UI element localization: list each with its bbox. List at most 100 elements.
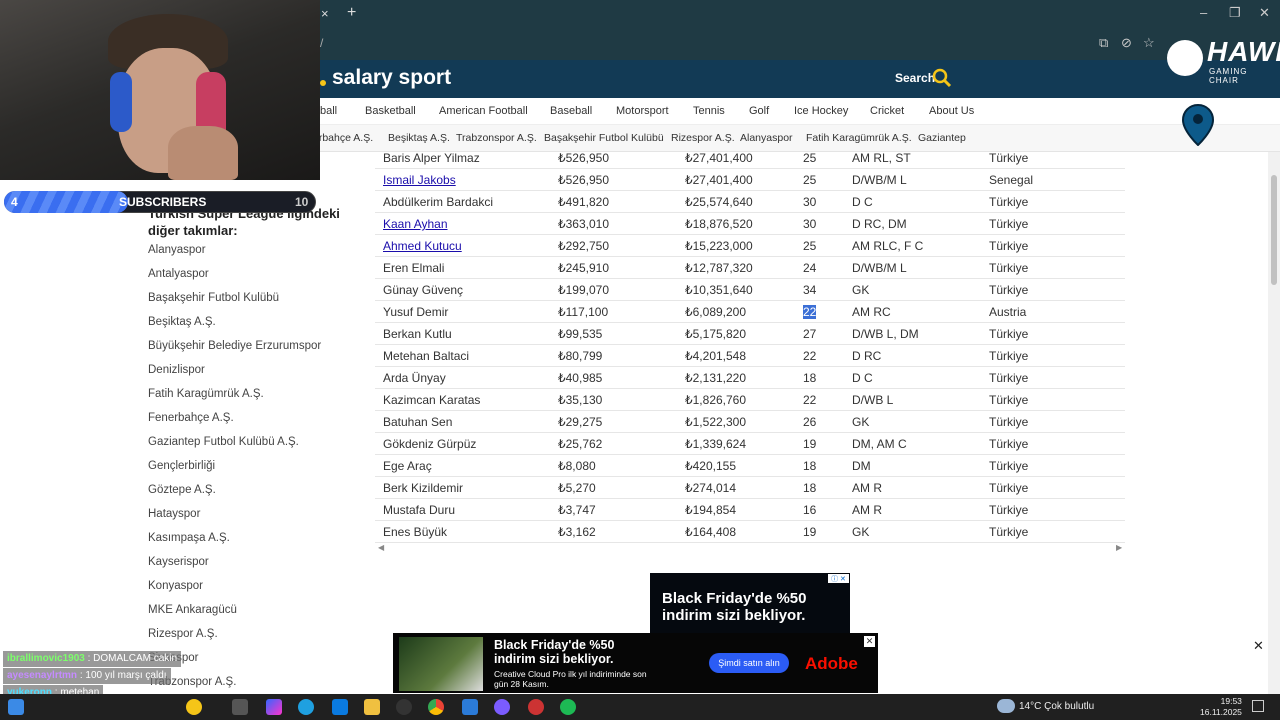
nav-sport-item[interactable]: Cricket — [870, 105, 904, 117]
sidebar-team-link[interactable]: Fenerbahçe A.Ş. — [148, 412, 234, 424]
obs-icon[interactable] — [494, 699, 510, 715]
cell-name[interactable]: Ahmed Kutucu — [383, 239, 462, 253]
nav-team-item[interactable]: Beşiktaş A.Ş. — [388, 132, 450, 144]
nav-sport-item[interactable]: Motorsport — [616, 105, 669, 117]
edge-icon[interactable] — [298, 699, 314, 715]
minimize-icon[interactable]: – — [1200, 5, 1207, 20]
cast-icon[interactable]: ⧉ — [1099, 35, 1108, 51]
weather-icon[interactable] — [997, 699, 1015, 713]
ad-buy-button[interactable]: Şimdi satın alın — [709, 653, 789, 673]
restore-icon[interactable]: ❐ — [1229, 5, 1241, 21]
cell-name: Ege Araç — [383, 459, 432, 473]
nav-team-item[interactable]: Gaziantep — [918, 132, 966, 144]
sidebar-team-link[interactable]: Antalyaspor — [148, 268, 209, 280]
sidebar-team-link[interactable]: Konyaspor — [148, 580, 203, 592]
ad-info-icon[interactable]: ⓘ ✕ — [828, 574, 849, 583]
copilot-sparkle-icon[interactable] — [186, 699, 202, 715]
site-logo[interactable]: salary sport — [332, 66, 451, 90]
cell-name[interactable]: Kaan Ayhan — [383, 217, 448, 231]
cell-age: 19 — [803, 437, 817, 451]
cell-age: 24 — [803, 261, 817, 275]
cell-pos: D RC, DM — [852, 217, 907, 231]
nav-sport-item[interactable]: About Us — [929, 105, 974, 117]
recorder-icon[interactable] — [528, 699, 544, 715]
sidebar-team-link[interactable]: MKE Ankaragücü — [148, 604, 237, 616]
cell-name: Berkan Kutlu — [383, 327, 452, 341]
xbox-icon[interactable] — [396, 699, 412, 715]
nav-sport-item[interactable]: Tennis — [693, 105, 725, 117]
cell-nat: Türkiye — [989, 217, 1029, 231]
cell-pos: DM — [852, 459, 871, 473]
tab-close-icon[interactable]: × — [321, 6, 329, 21]
cell-name[interactable]: Ismail Jakobs — [383, 173, 456, 187]
sidebar-team-link[interactable]: Denizlispor — [148, 364, 205, 376]
spotify-icon[interactable] — [560, 699, 576, 715]
cell-nat: Türkiye — [989, 349, 1029, 363]
cell-nat: Türkiye — [989, 459, 1029, 473]
nav-sport-item[interactable]: Golf — [749, 105, 769, 117]
clock[interactable]: 19:53 16.11.2025 — [1200, 696, 1242, 718]
sidebar-team-link[interactable]: Gaziantep Futbol Kulübü A.Ş. — [148, 436, 299, 448]
cell-age: 18 — [803, 371, 817, 385]
eye-off-icon[interactable]: ⊘ — [1121, 35, 1132, 51]
copilot-icon[interactable] — [266, 699, 282, 715]
nav-sport-item[interactable]: Baseball — [550, 105, 592, 117]
chrome-icon[interactable] — [428, 699, 444, 715]
file-explorer-icon[interactable] — [364, 699, 380, 715]
table-row: Gökdeniz Gürpüz ₺25,762 ₺1,339,624 19 DM, AM… — [375, 433, 1125, 455]
table-scroll-right-icon[interactable]: ▶ — [1116, 543, 1122, 552]
page-scrollbar-thumb[interactable] — [1271, 175, 1277, 285]
table-row: Batuhan Sen ₺29,275 ₺1,522,300 26 GK Türkiye — [375, 411, 1125, 433]
cell-age: 18 — [803, 459, 817, 473]
ad-close-icon[interactable]: ✕ — [864, 636, 875, 647]
start-icon[interactable] — [8, 699, 24, 715]
nav-team-item[interactable]: Başakşehir Futbol Kulübü — [544, 132, 664, 144]
task-view-icon[interactable] — [232, 699, 248, 715]
nav-sport-item[interactable]: Basketball — [365, 105, 416, 117]
cell-weekly: ₺3,747 — [558, 503, 596, 517]
sidebar-team-link[interactable]: Başakşehir Futbol Kulübü — [148, 292, 279, 304]
cell-pos: AM RLC, F C — [852, 239, 924, 253]
table-row: Metehan Baltaci ₺80,799 ₺4,201,548 22 D RC Tü… — [375, 345, 1125, 367]
cell-age: 19 — [803, 525, 817, 539]
table-row: Ege Araç ₺8,080 ₺420,155 18 DM Türkiye — [375, 455, 1125, 477]
cell-age: 25 — [803, 239, 817, 253]
table-scroll-left-icon[interactable]: ◀ — [378, 543, 384, 552]
nav-team-item[interactable]: erbahçe A.Ş. — [313, 132, 373, 144]
cell-age: 26 — [803, 415, 817, 429]
window-close-icon[interactable]: ✕ — [1259, 5, 1270, 21]
sticky-ad-close-icon[interactable]: ✕ — [1253, 638, 1264, 654]
nav-sport-item[interactable]: ball — [320, 105, 337, 117]
map-pin-icon — [1182, 104, 1214, 146]
nav-team-item[interactable]: Rizespor A.Ş. — [671, 132, 735, 144]
search-icon[interactable] — [932, 68, 952, 88]
nav-team-item[interactable]: Fatih Karagümrük A.Ş. — [806, 132, 912, 144]
sidebar-team-link[interactable]: Kayserispor — [148, 556, 209, 568]
sidebar-team-link[interactable]: Alanyaspor — [148, 244, 206, 256]
ad-banner-small[interactable]: Black Friday'de %50 indirim sizi bekliyo… — [650, 573, 850, 633]
address-input[interactable]: / — [320, 36, 323, 50]
nav-sport-item[interactable]: Ice Hockey — [794, 105, 848, 117]
sidebar-team-link[interactable]: Hatayspor — [148, 508, 200, 520]
star-icon[interactable]: ☆ — [1143, 35, 1155, 51]
new-tab-icon[interactable]: + — [347, 4, 356, 22]
cell-nat: Türkiye — [989, 239, 1029, 253]
sidebar-team-link[interactable]: Beşiktaş A.Ş. — [148, 316, 216, 328]
sidebar-team-link[interactable]: Büyükşehir Belediye Erzurumspor — [148, 340, 321, 352]
sidebar-team-link[interactable]: Fatih Karagümrük A.Ş. — [148, 388, 264, 400]
nav-sport-item[interactable]: American Football — [439, 105, 528, 117]
nav-team-item[interactable]: Trabzonspor A.Ş. — [456, 132, 537, 144]
app-icon[interactable] — [462, 699, 478, 715]
ad-brand-logo: Adobe — [805, 654, 858, 673]
weather-text[interactable]: 14°C Çok bulutlu — [1019, 701, 1094, 712]
cell-pos: D C — [852, 195, 873, 209]
sidebar-team-link[interactable]: Göztepe A.Ş. — [148, 484, 216, 496]
nav-team-item[interactable]: Alanyaspor — [740, 132, 793, 144]
ad-small-text: Black Friday'de %50 indirim sizi bekliyo… — [662, 590, 807, 624]
outlook-icon[interactable] — [332, 699, 348, 715]
search-label[interactable]: Search — [895, 71, 935, 85]
sidebar-team-link[interactable]: Kasımpaşa A.Ş. — [148, 532, 230, 544]
sidebar-team-link[interactable]: Gençlerbirliği — [148, 460, 215, 472]
cell-pos: AM RC — [852, 305, 891, 319]
notification-icon[interactable] — [1252, 700, 1264, 712]
